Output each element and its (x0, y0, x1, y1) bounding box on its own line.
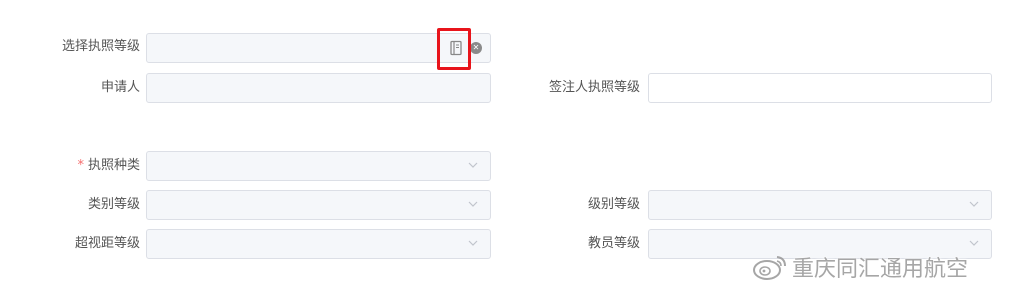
highlight-box (437, 28, 471, 70)
applicant-input[interactable] (146, 73, 491, 103)
applicant-label: 申请人 (40, 73, 140, 103)
weibo-icon (752, 253, 788, 281)
chevron-down-icon (466, 158, 480, 172)
license-type-label-text: 执照种类 (87, 158, 140, 173)
bvlos-level-select[interactable] (146, 229, 491, 259)
watermark: 重庆同汇通用航空 (752, 250, 968, 284)
watermark-text: 重庆同汇通用航空 (792, 257, 969, 282)
bvlos-level-label-text: 超视距等级 (74, 236, 140, 251)
bvlos-level-label: 超视距等级 (40, 229, 140, 259)
chevron-down-icon (967, 197, 981, 211)
class-level-label-text: 级别等级 (587, 197, 640, 212)
instructor-level-label: 教员等级 (520, 229, 640, 259)
chevron-down-icon (466, 197, 480, 211)
signer-level-input[interactable] (648, 73, 992, 103)
class-level-label: 级别等级 (520, 190, 640, 220)
license-type-select[interactable] (146, 151, 491, 181)
license-level-label-text: 选择执照等级 (61, 39, 140, 54)
chevron-down-icon (466, 236, 480, 250)
signer-level-label: 签注人执照等级 (520, 73, 640, 103)
category-level-label: 类别等级 (40, 190, 140, 220)
chevron-down-icon (967, 236, 981, 250)
category-level-select[interactable] (146, 190, 491, 220)
license-type-label: * 执照种类 (40, 151, 140, 181)
clear-icon[interactable]: ✕ (470, 42, 482, 54)
signer-level-label-text: 签注人执照等级 (548, 80, 640, 95)
class-level-select[interactable] (648, 190, 992, 220)
license-level-label: 选择执照等级 (40, 32, 140, 62)
category-level-label-text: 类别等级 (87, 197, 140, 212)
instructor-level-label-text: 教员等级 (587, 236, 640, 251)
applicant-label-text: 申请人 (100, 80, 140, 95)
required-mark: * (77, 158, 84, 173)
